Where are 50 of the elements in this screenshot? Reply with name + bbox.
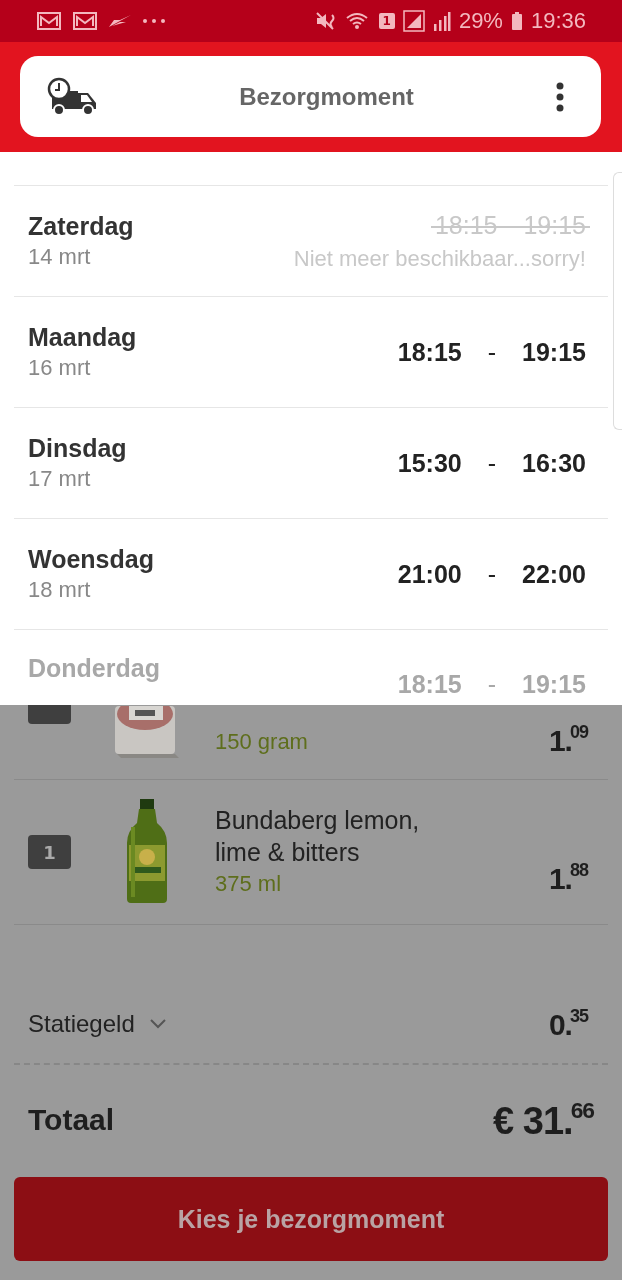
total-price: € 31.$^{66}$ bbox=[493, 1097, 594, 1143]
time-separator: - bbox=[487, 559, 497, 589]
scrollbar[interactable] bbox=[613, 172, 622, 430]
product-amount: 150 gram bbox=[215, 728, 309, 756]
time-separator: - bbox=[487, 448, 497, 478]
slot-date: 17 mrt bbox=[28, 465, 92, 493]
delivery-truck-icon bbox=[46, 76, 98, 117]
delivery-slot[interactable]: Woensdag 18 mrt 21:00 - 22:00 bbox=[14, 518, 608, 629]
delivery-slot[interactable]: Maandag 16 mrt 18:15 - 19:15 bbox=[14, 296, 608, 407]
signal-icon bbox=[432, 10, 451, 32]
mute-icon bbox=[314, 11, 337, 31]
signal-icon bbox=[402, 10, 425, 32]
deposit-price: 0.$^{35}$ bbox=[548, 1006, 588, 1042]
slot-date: 14 mrt bbox=[28, 243, 92, 271]
slot-end-time: 16:30 bbox=[522, 448, 586, 478]
mail-icon bbox=[72, 11, 98, 31]
quantity-badge[interactable]: 1 bbox=[28, 835, 71, 869]
deposit-label[interactable]: Statiegeld bbox=[28, 1010, 135, 1038]
choose-delivery-button[interactable]: Kies je bezorgmoment bbox=[14, 1177, 608, 1261]
slot-end-time: 22:00 bbox=[522, 559, 586, 589]
slot-date: 16 mrt bbox=[28, 354, 92, 382]
time-separator: - bbox=[487, 670, 497, 699]
battery-level: 29% bbox=[458, 8, 503, 34]
product-name: Bundaberg lemon, lime & bitters bbox=[215, 805, 421, 868]
slot-day: Maandag bbox=[28, 321, 137, 353]
slot-day: Dinsdag bbox=[28, 432, 127, 464]
slot-end-time: 19:15 bbox=[522, 670, 586, 699]
total-label: Totaal bbox=[28, 1103, 115, 1137]
chevron-down-icon[interactable] bbox=[148, 1018, 167, 1030]
delivery-slot[interactable]: Dinsdag 17 mrt 15:30 - 16:30 bbox=[14, 407, 608, 518]
screen-title: Bezorgmoment bbox=[238, 82, 415, 111]
slot-end-time: 19:15 bbox=[522, 337, 586, 367]
slot-start-time: 18:15 bbox=[397, 337, 462, 367]
more-icon bbox=[142, 18, 166, 24]
product-price: 1.$^{88}$ bbox=[548, 860, 588, 896]
slot-start-time: 15:30 bbox=[397, 448, 462, 478]
slot-start-time: 18:15 bbox=[397, 670, 462, 699]
clock-time: 19:36 bbox=[530, 8, 586, 34]
slot-day: Donderdag bbox=[28, 652, 160, 684]
time-separator: - bbox=[487, 337, 497, 367]
product-price: 1.$^{09}$ bbox=[548, 722, 588, 758]
mail-icon bbox=[36, 11, 62, 31]
product-amount: 375 ml bbox=[215, 870, 283, 898]
slot-day: Zaterdag bbox=[28, 210, 134, 242]
slot-date: 18 mrt bbox=[28, 576, 92, 604]
menu-icon[interactable] bbox=[555, 81, 565, 112]
slot-start-time: 21:00 bbox=[397, 559, 462, 589]
slot-day: Woensdag bbox=[28, 543, 154, 575]
battery-icon bbox=[510, 11, 523, 31]
sim-badge: 1 bbox=[378, 13, 395, 29]
